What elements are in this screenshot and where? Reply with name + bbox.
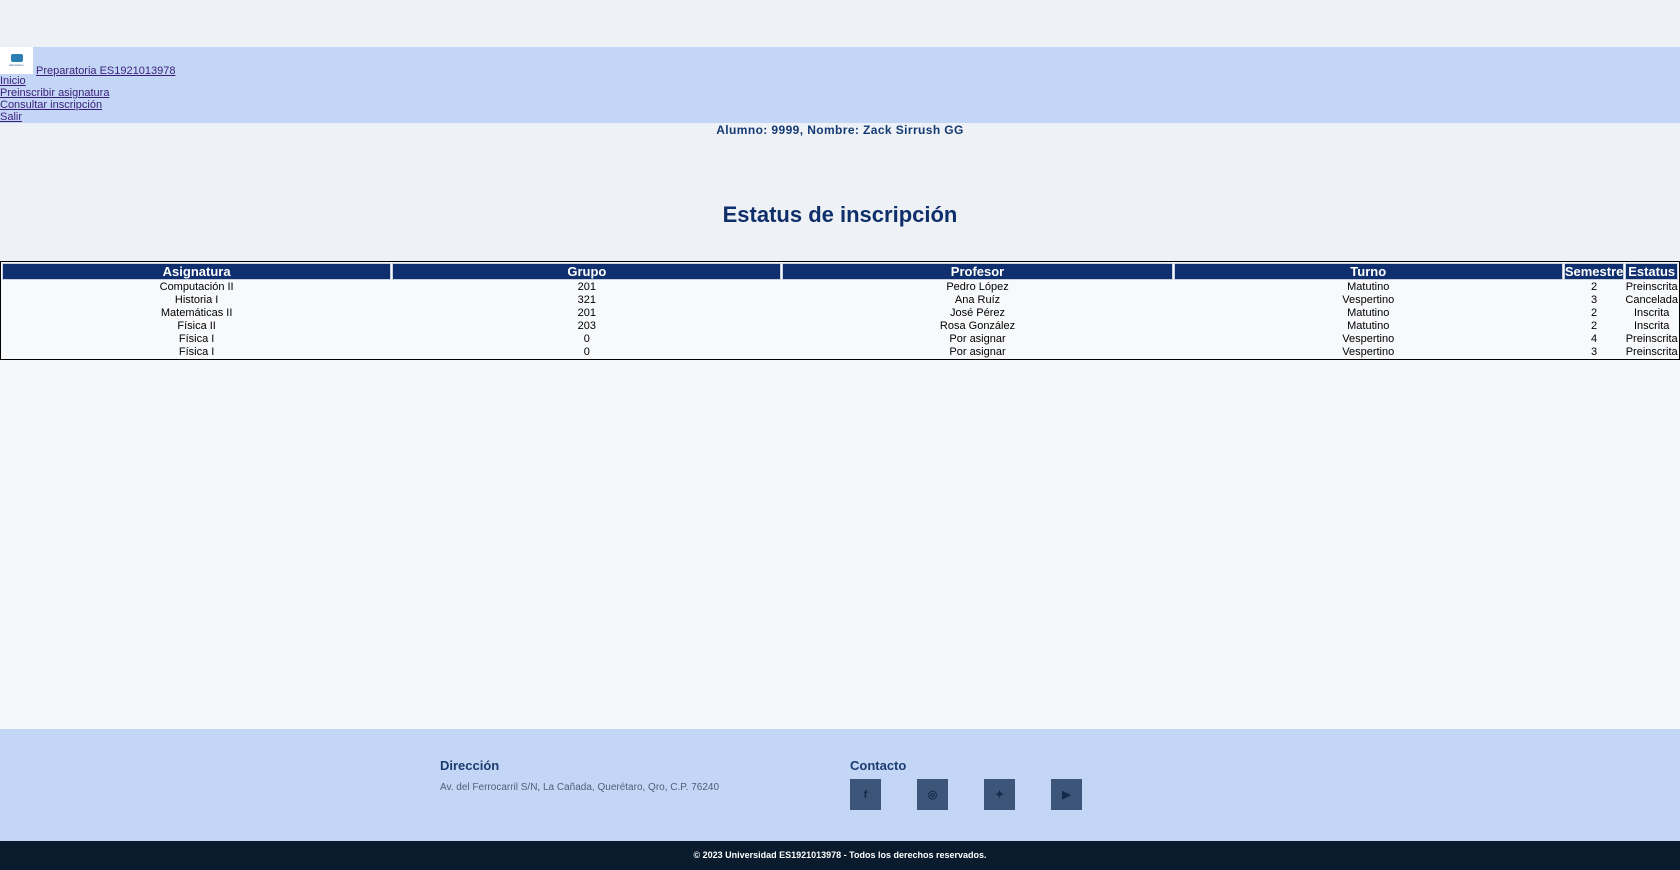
cell-profesor: José Pérez [950,307,1006,319]
col-asignatura: Asignatura [2,263,392,280]
cell-semestre: 2 [1591,307,1598,319]
cell-grupo: 0 [583,346,590,358]
cell-estatus: Cancelada [1625,294,1678,306]
cell-semestre: 3 [1591,346,1598,358]
nav-salir[interactable]: Salir [0,111,109,123]
cell-asignatura: Historia I [174,294,219,306]
cell-estatus: Inscrita [1633,307,1670,319]
youtube-icon[interactable]: ▶ [1051,779,1082,810]
table-row: Física II 203 Rosa González Matutino 2 I… [2,320,1678,332]
col-semestre: Semestre [1563,263,1625,280]
cell-turno: Matutino [1347,281,1390,293]
table-row: Computación II 201 Pedro López Matutino … [2,281,1678,293]
logo-text: Educación [9,63,24,67]
address-text: Av. del Ferrocarril S/N, La Cañada, Quer… [440,782,720,793]
cell-estatus: Inscrita [1633,320,1670,332]
cell-profesor: Rosa González [939,320,1016,332]
footer-address: Dirección Av. del Ferrocarril S/N, La Ca… [440,758,719,793]
cell-profesor: Ana Ruíz [954,294,1001,306]
facebook-icon[interactable]: f [850,779,881,810]
cell-grupo: 321 [577,294,597,306]
copyright: © 2023 Universidad ES1921013978 - Todos … [0,841,1680,870]
nav-inicio[interactable]: Inicio [0,75,109,87]
cell-asignatura: Física I [178,333,215,345]
cell-semestre: 4 [1591,333,1598,345]
table-header-row: Asignatura Grupo Profesor Turno Semestre… [2,263,1678,280]
top-band [0,0,1680,47]
table-row: Física I 0 Por asignar Vespertino 4 Prei… [2,333,1678,345]
col-estatus: Estatus [1625,263,1678,280]
nav-links: Inicio Preinscribir asignatura Consultar… [0,75,109,123]
enrollment-table: Asignatura Grupo Profesor Turno Semestre… [0,261,1680,360]
cell-grupo: 0 [583,333,590,345]
cell-semestre: 2 [1591,281,1598,293]
col-grupo: Grupo [392,263,782,280]
twitter-icon[interactable]: ✦ [984,779,1015,810]
cell-semestre: 3 [1591,294,1598,306]
footer-contact: Contacto f ◎ ✦ ▶ [850,758,1082,810]
table-row: Física I 0 Por asignar Vespertino 3 Prei… [2,346,1678,358]
navbar: Educación Preparatoria ES1921013978 Inic… [0,47,1680,123]
cell-profesor: Pedro López [946,281,1009,293]
table-row: Historia I 321 Ana Ruíz Vespertino 3 Can… [2,294,1678,306]
nav-consultar[interactable]: Consultar inscripción [0,99,109,111]
cell-estatus: Preinscrita [1625,281,1678,293]
logo-icon [10,54,23,62]
cell-estatus: Preinscrita [1625,333,1678,345]
cell-turno: Matutino [1347,320,1390,332]
cell-asignatura: Física I [178,346,215,358]
footer: Dirección Av. del Ferrocarril S/N, La Ca… [0,729,1680,841]
brand: Educación Preparatoria ES1921013978 [0,47,175,77]
instagram-icon[interactable]: ◎ [917,779,948,810]
student-info: Alumno: 9999, Nombre: Zack Sirrush GG [716,123,964,137]
cell-grupo: 201 [577,307,597,319]
cell-asignatura: Física II [177,320,216,332]
cell-asignatura: Matemáticas II [160,307,233,319]
social-links: f ◎ ✦ ▶ [850,779,1082,810]
cell-profesor: Por asignar [949,333,1006,345]
cell-profesor: Por asignar [949,346,1006,358]
page-title: Estatus de inscripción [722,202,958,227]
cell-estatus: Preinscrita [1625,346,1678,358]
logo[interactable]: Educación [0,47,33,74]
col-turno: Turno [1173,263,1563,280]
cell-grupo: 203 [577,320,597,332]
header-area [0,123,1680,261]
cell-semestre: 2 [1591,320,1598,332]
nav-preinscribir[interactable]: Preinscribir asignatura [0,87,109,99]
address-title: Dirección [440,758,500,773]
cell-turno: Vespertino [1342,346,1395,358]
col-profesor: Profesor [782,263,1173,280]
table-row: Matemáticas II 201 José Pérez Matutino 2… [2,307,1678,319]
cell-turno: Vespertino [1342,294,1395,306]
cell-grupo: 201 [577,281,597,293]
cell-turno: Matutino [1347,307,1390,319]
contact-title: Contacto [850,758,907,773]
cell-asignatura: Computación II [159,281,234,293]
cell-turno: Vespertino [1342,333,1395,345]
